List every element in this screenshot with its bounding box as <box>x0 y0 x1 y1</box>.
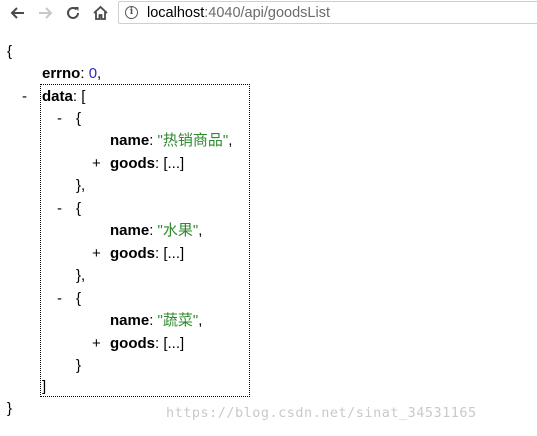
data-line: data: [ <box>42 88 86 105</box>
item-close-brace: } <box>76 357 82 374</box>
watermark: https://blog.csdn.net/sinat_34531165 <box>166 405 477 421</box>
name-value: "热销商品" <box>157 132 229 149</box>
goods-expand-toggle[interactable]: + <box>92 335 101 353</box>
goods-key: goods <box>110 335 155 352</box>
errno-key: errno <box>42 65 81 82</box>
name-key: name <box>110 222 150 239</box>
root-open-brace: { <box>7 43 13 60</box>
goods-expand-toggle[interactable]: + <box>92 155 101 173</box>
name-key: name <box>110 312 150 329</box>
name-value: "蔬菜" <box>157 312 199 329</box>
item-collapse-toggle[interactable]: - <box>57 110 62 128</box>
name-value: "水果" <box>157 222 199 239</box>
errno-value: 0 <box>88 65 98 82</box>
goods-key: goods <box>110 155 155 172</box>
item-name-line: name: "蔬菜", <box>110 312 203 329</box>
item-name-line: name: "水果", <box>110 222 203 239</box>
name-key: name <box>110 132 150 149</box>
data-close-bracket: ] <box>42 378 47 395</box>
goods-collapsed[interactable]: [...] <box>163 245 184 262</box>
data-key: data <box>42 88 73 105</box>
item-open-brace: { <box>76 290 82 307</box>
data-collapse-toggle[interactable]: - <box>22 88 27 106</box>
item-close-brace: }, <box>76 177 86 194</box>
errno-line: errno: 0, <box>42 65 102 82</box>
item-goods-line: goods: [...] <box>110 245 185 262</box>
root-close-brace: } <box>7 400 13 417</box>
json-viewer: { errno: 0, - data: [ - { name: "热销商品", … <box>0 0 537 436</box>
data-open-bracket: [ <box>81 88 86 105</box>
item-goods-line: goods: [...] <box>110 335 185 352</box>
goods-collapsed[interactable]: [...] <box>163 335 184 352</box>
item-collapse-toggle[interactable]: - <box>57 290 62 308</box>
item-name-line: name: "热销商品", <box>110 132 233 149</box>
item-collapse-toggle[interactable]: - <box>57 200 62 218</box>
item-open-brace: { <box>76 110 82 127</box>
goods-collapsed[interactable]: [...] <box>163 155 184 172</box>
item-goods-line: goods: [...] <box>110 155 185 172</box>
item-close-brace: }, <box>76 267 86 284</box>
goods-key: goods <box>110 245 155 262</box>
goods-expand-toggle[interactable]: + <box>92 245 101 263</box>
item-open-brace: { <box>76 200 82 217</box>
